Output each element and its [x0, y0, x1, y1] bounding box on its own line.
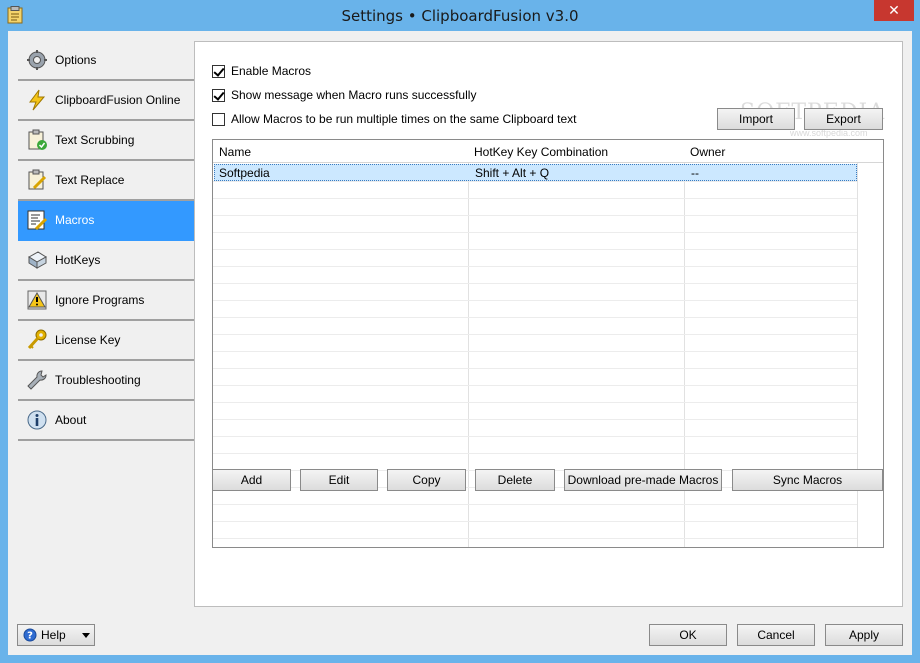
grid-row-line — [213, 453, 857, 454]
sync-macros-button[interactable]: Sync Macros — [732, 469, 883, 491]
info-icon — [26, 409, 48, 431]
sidebar-item-label: About — [55, 413, 87, 427]
grid-row-line — [213, 436, 857, 437]
column-header-hotkey[interactable]: HotKey Key Combination — [474, 145, 608, 159]
chevron-down-icon[interactable] — [81, 632, 90, 638]
grid-row-line — [213, 521, 857, 522]
table-row[interactable]: Softpedia Shift + Alt + Q -- — [214, 164, 857, 181]
add-button[interactable]: Add — [212, 469, 291, 491]
warning-icon — [26, 289, 48, 311]
sidebar-item-hotkeys[interactable]: HotKeys — [18, 241, 194, 281]
enable-macros-checkbox[interactable]: Enable Macros — [212, 64, 311, 78]
sidebar-item-license-key[interactable]: License Key — [18, 321, 194, 361]
sidebar-item-label: Ignore Programs — [55, 293, 145, 307]
grid-row-line — [213, 181, 857, 182]
delete-button[interactable]: Delete — [475, 469, 555, 491]
grid-row-line — [213, 504, 857, 505]
export-button[interactable]: Export — [804, 108, 883, 130]
gear-icon — [26, 49, 48, 71]
grid-row-line — [213, 351, 857, 352]
sidebar-item-about[interactable]: About — [18, 401, 194, 441]
copy-button[interactable]: Copy — [387, 469, 466, 491]
checkbox-box[interactable] — [212, 112, 225, 126]
sidebar-item-text-scrubbing[interactable]: Text Scrubbing — [18, 121, 194, 161]
grid-row-line — [213, 334, 857, 335]
sidebar-item-ignore-programs[interactable]: Ignore Programs — [18, 281, 194, 321]
edit-button[interactable]: Edit — [300, 469, 378, 491]
grid-row-line — [213, 249, 857, 250]
ok-button[interactable]: OK — [649, 624, 727, 646]
wrench-icon — [26, 369, 48, 391]
settings-window: Settings • ClipboardFusion v3.0 ✕ Option… — [0, 0, 920, 663]
close-button[interactable]: ✕ — [874, 0, 914, 21]
svg-text:?: ? — [27, 631, 33, 642]
key-icon — [26, 329, 48, 351]
grid-row-line — [213, 368, 857, 369]
cancel-button[interactable]: Cancel — [737, 624, 815, 646]
sidebar-item-clipboardfusion-online[interactable]: ClipboardFusion Online — [18, 81, 194, 121]
checkbox-box[interactable] — [212, 88, 225, 102]
sidebar-item-text-replace[interactable]: Text Replace — [18, 161, 194, 201]
sidebar-item-label: License Key — [55, 333, 121, 347]
allow-multiple-checkbox[interactable]: Allow Macros to be run multiple times on… — [212, 112, 577, 126]
sidebar-item-label: ClipboardFusion Online — [55, 93, 181, 107]
grid-row-line — [213, 385, 857, 386]
sidebar-item-label: HotKeys — [55, 253, 101, 267]
allow-multiple-label: Allow Macros to be run multiple times on… — [231, 112, 577, 126]
dialog-footer: ? Help OK Cancel Apply — [8, 607, 912, 655]
sidebar-item-label: Text Scrubbing — [55, 133, 135, 147]
grid-row-line — [213, 402, 857, 403]
enable-macros-label: Enable Macros — [231, 64, 312, 78]
grid-row-line — [213, 300, 857, 301]
clipboard-edit-icon — [26, 169, 48, 191]
sidebar-item-troubleshooting[interactable]: Troubleshooting — [18, 361, 194, 401]
import-button[interactable]: Import — [717, 108, 795, 130]
cell-hotkey: Shift + Alt + Q — [475, 166, 550, 180]
grid-row-line — [213, 283, 857, 284]
clipboard-check-icon — [26, 129, 48, 151]
help-icon: ? — [23, 628, 37, 642]
cell-name: Softpedia — [219, 166, 270, 180]
sidebar-item-label: Macros — [55, 213, 95, 227]
grid-row-line — [213, 215, 857, 216]
window-title: Settings • ClipboardFusion v3.0 — [341, 7, 579, 25]
grid-row-line — [213, 317, 857, 318]
grid-row-line — [213, 198, 857, 199]
column-header-name[interactable]: Name — [219, 145, 251, 159]
grid-row-line — [213, 266, 857, 267]
grid-row-line — [213, 419, 857, 420]
grid-row-line — [213, 538, 857, 539]
download-macros-button[interactable]: Download pre-made Macros — [564, 469, 722, 491]
show-message-checkbox[interactable]: Show message when Macro runs successfull… — [212, 88, 476, 102]
checkbox-box[interactable] — [212, 64, 225, 78]
help-button[interactable]: ? Help — [17, 624, 95, 646]
grid-row-line — [213, 232, 857, 233]
macro-script-icon — [26, 209, 48, 231]
sidebar-item-label: Options — [55, 53, 97, 67]
sidebar-item-label: Text Replace — [55, 173, 125, 187]
lightning-icon — [26, 89, 48, 111]
keyboard-key-icon — [26, 249, 48, 271]
help-label: Help — [41, 628, 66, 642]
cell-owner: -- — [691, 166, 699, 180]
sidebar-item-options[interactable]: Options — [18, 41, 194, 81]
column-header-owner[interactable]: Owner — [690, 145, 725, 159]
macros-panel: Enable Macros Show message when Macro ru… — [194, 41, 903, 607]
table-header: Name HotKey Key Combination Owner — [213, 140, 883, 163]
title-bar[interactable]: Settings • ClipboardFusion v3.0 ✕ — [0, 0, 920, 31]
show-message-label: Show message when Macro runs successfull… — [231, 88, 477, 102]
sidebar-item-label: Troubleshooting — [55, 373, 141, 387]
settings-client-area: Options ClipboardFusion Online Text Scru… — [8, 31, 912, 655]
apply-button[interactable]: Apply — [825, 624, 903, 646]
sidebar-item-macros[interactable]: Macros — [18, 201, 194, 241]
